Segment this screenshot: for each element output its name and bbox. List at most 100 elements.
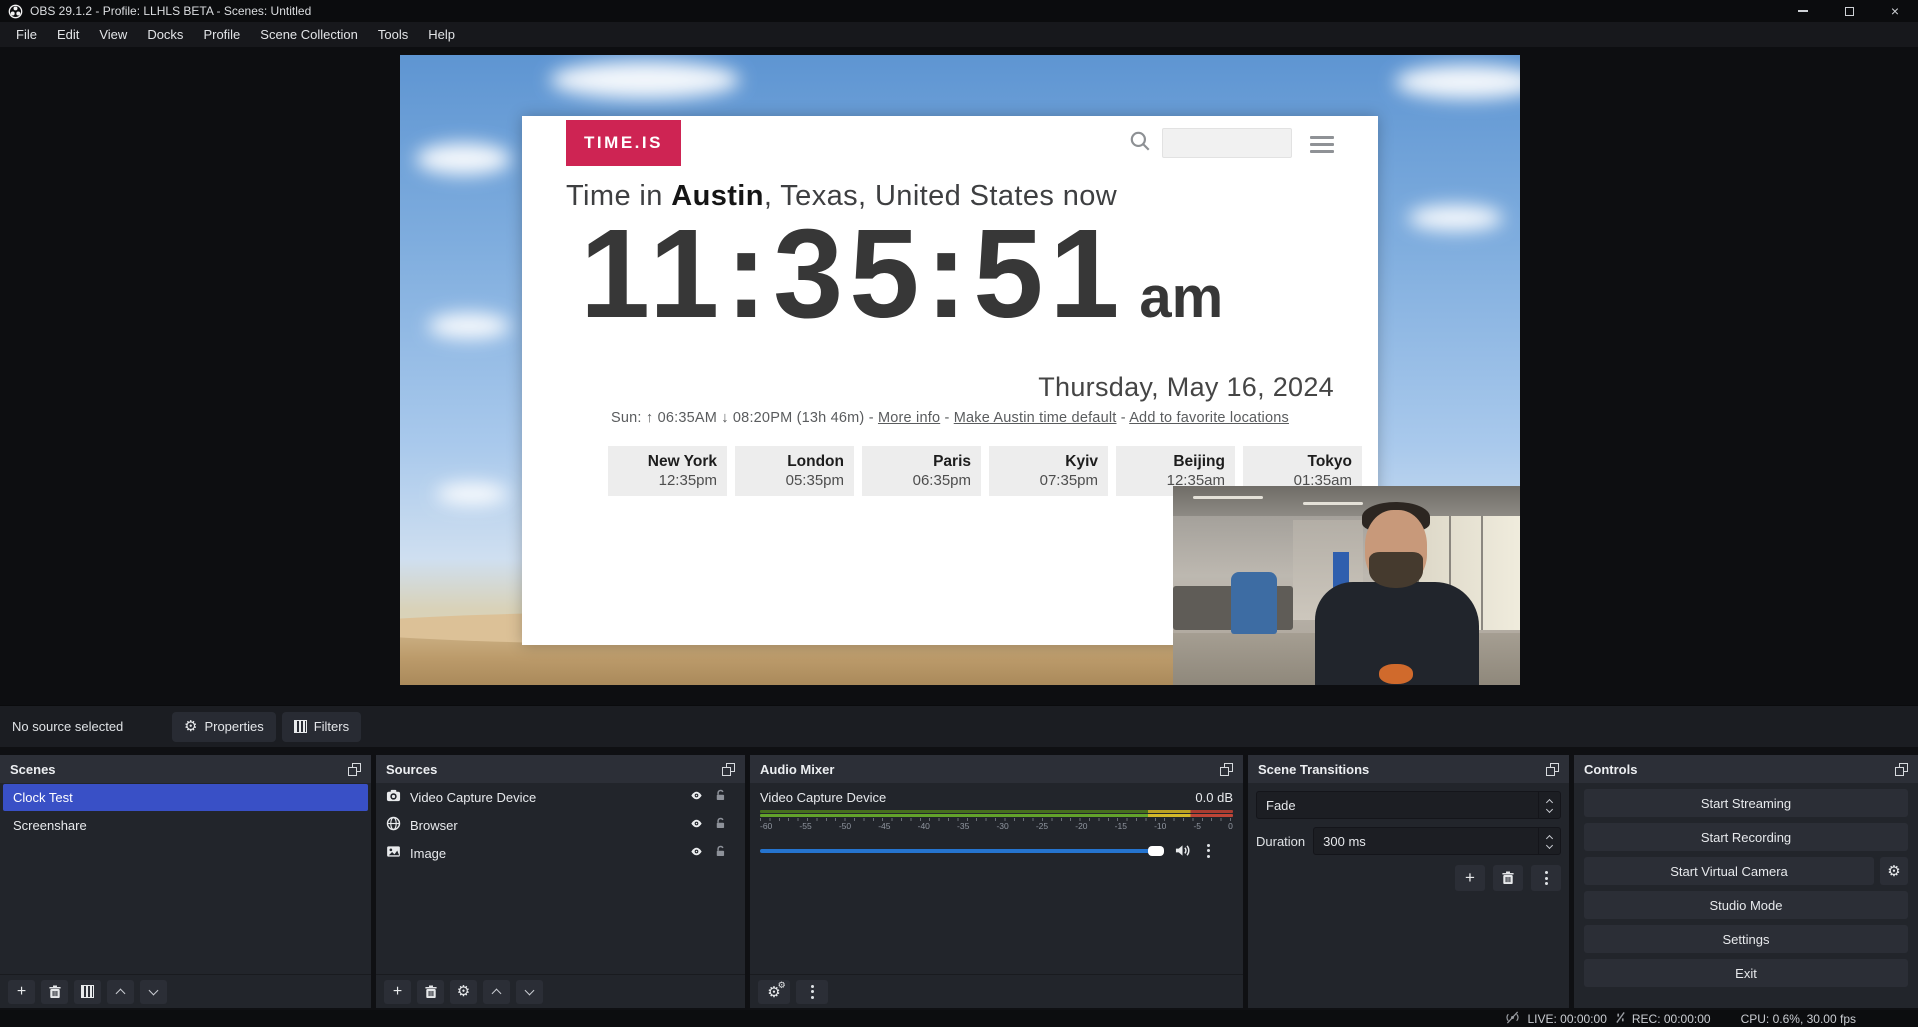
obs-logo-icon (8, 4, 23, 19)
city-card: Paris06:35pm (862, 446, 981, 496)
preview-area: TIME.IS Time in Austin, Texas, United St… (0, 47, 1918, 705)
scene-item-clock-test[interactable]: Clock Test (3, 784, 368, 811)
start-recording-button[interactable]: Start Recording (1584, 823, 1908, 851)
speaker-icon[interactable] (1174, 843, 1191, 858)
lock-icon[interactable] (714, 845, 727, 861)
tick-label: -30 (996, 821, 1008, 831)
scene-item-screenshare[interactable]: Screenshare (3, 812, 368, 839)
cloud-decoration (428, 313, 510, 339)
audio-mixer-title: Audio Mixer (760, 762, 834, 777)
add-transition-button[interactable]: + (1455, 865, 1485, 891)
audio-mixer-header: Audio Mixer (750, 755, 1243, 783)
cloud-decoration (1408, 205, 1503, 231)
program-canvas[interactable]: TIME.IS Time in Austin, Texas, United St… (400, 55, 1520, 685)
filters-button[interactable]: Filters (282, 712, 361, 742)
obs-window: OBS 29.1.2 - Profile: LLHLS BETA - Scene… (0, 0, 1918, 1027)
sun-times: Sun: ↑ 06:35AM ↓ 08:20PM (13h 46m) (611, 410, 864, 426)
popout-icon[interactable] (1895, 763, 1908, 776)
filters-label: Filters (314, 719, 349, 734)
search-icon (1128, 129, 1152, 158)
source-item-browser[interactable]: Browser (376, 811, 745, 839)
no-source-label: No source selected (12, 719, 172, 734)
transition-select-spinner[interactable] (1538, 792, 1560, 818)
popout-icon[interactable] (1546, 763, 1559, 776)
menu-item-scene-collection[interactable]: Scene Collection (250, 24, 368, 45)
city-card: Kyiv07:35pm (989, 446, 1108, 496)
gear-icon: ⚙ (184, 719, 197, 734)
popout-icon[interactable] (722, 763, 735, 776)
studio-mode-button[interactable]: Studio Mode (1584, 891, 1908, 919)
tick-label: -40 (918, 821, 930, 831)
popout-icon[interactable] (1220, 763, 1233, 776)
menu-item-help[interactable]: Help (418, 24, 465, 45)
more-info-link: More info (878, 410, 940, 426)
source-move-up-button[interactable] (483, 980, 510, 1004)
remove-scene-button[interactable] (41, 980, 68, 1004)
camera-icon (386, 788, 401, 806)
virtual-camera-settings-button[interactable]: ⚙ (1880, 857, 1908, 885)
transition-select[interactable]: Fade (1256, 791, 1561, 819)
mixer-menu-button[interactable] (796, 980, 828, 1004)
exit-button[interactable]: Exit (1584, 959, 1908, 987)
add-source-button[interactable]: + (384, 980, 411, 1004)
city-name: Beijing (1126, 452, 1225, 471)
live-time: LIVE: 00:00:00 (1527, 1012, 1606, 1026)
remove-source-button[interactable] (417, 980, 444, 1004)
start-streaming-button[interactable]: Start Streaming (1584, 789, 1908, 817)
timeis-date: Thursday, May 16, 2024 (1038, 372, 1334, 403)
minimize-button[interactable] (1780, 0, 1826, 22)
office-chair (1231, 572, 1277, 634)
lock-icon[interactable] (714, 789, 727, 805)
advanced-audio-button[interactable]: ⚙⚙ (758, 980, 790, 1004)
city-time: 06:35pm (872, 471, 971, 491)
duration-spinbox[interactable]: 300 ms (1313, 827, 1561, 855)
tick-label: -45 (878, 821, 890, 831)
rec-paused-icon (1615, 1011, 1626, 1027)
source-item-image[interactable]: Image (376, 839, 745, 867)
ceiling-light (1303, 502, 1363, 505)
visibility-eye-icon[interactable] (688, 845, 705, 861)
timeis-clock: 11:35:51am (580, 208, 1223, 340)
menu-item-view[interactable]: View (89, 24, 137, 45)
transition-properties-button[interactable] (1531, 865, 1561, 891)
channel-menu-kebab-icon[interactable] (1207, 844, 1210, 858)
close-button[interactable]: × (1872, 0, 1918, 22)
settings-button[interactable]: Settings (1584, 925, 1908, 953)
webcam-overlay[interactable] (1173, 486, 1520, 685)
source-label: Image (410, 846, 446, 861)
start-virtual-camera-button[interactable]: Start Virtual Camera (1584, 857, 1874, 885)
make-default-link: Make Austin time default (954, 410, 1117, 426)
city-card: New York12:35pm (608, 446, 727, 496)
add-scene-button[interactable]: + (8, 980, 35, 1004)
source-properties-button[interactable]: ⚙ (450, 980, 477, 1004)
transitions-title: Scene Transitions (1258, 762, 1369, 777)
popout-icon[interactable] (348, 763, 361, 776)
menu-item-tools[interactable]: Tools (368, 24, 418, 45)
tick-label: -15 (1115, 821, 1127, 831)
menubar: File Edit View Docks Profile Scene Colle… (0, 22, 1918, 47)
scene-move-up-button[interactable] (107, 980, 134, 1004)
visibility-eye-icon[interactable] (688, 817, 705, 833)
source-item-video-capture[interactable]: Video Capture Device (376, 783, 745, 811)
volume-slider[interactable] (760, 849, 1162, 853)
source-move-down-button[interactable] (516, 980, 543, 1004)
menu-item-docks[interactable]: Docks (137, 24, 193, 45)
ceiling-light (1193, 496, 1263, 499)
maximize-button[interactable] (1826, 0, 1872, 22)
properties-button[interactable]: ⚙Properties (172, 712, 276, 742)
volume-slider-row (750, 843, 1243, 858)
menu-item-edit[interactable]: Edit (47, 24, 89, 45)
source-toolbar: No source selected ⚙Properties Filters (0, 705, 1918, 747)
lock-icon[interactable] (714, 817, 727, 833)
scene-filters-button[interactable] (74, 980, 101, 1004)
scene-move-down-button[interactable] (140, 980, 167, 1004)
controls-body: Start Streaming Start Recording Start Vi… (1574, 783, 1918, 1008)
menu-item-file[interactable]: File (6, 24, 47, 45)
cloud-decoration (416, 143, 511, 175)
volume-slider-handle[interactable] (1148, 846, 1164, 856)
menu-item-profile[interactable]: Profile (193, 24, 250, 45)
remove-transition-button[interactable] (1493, 865, 1523, 891)
duration-spinner[interactable] (1538, 828, 1560, 854)
mixer-channel-name: Video Capture Device (760, 790, 886, 805)
visibility-eye-icon[interactable] (688, 789, 705, 805)
